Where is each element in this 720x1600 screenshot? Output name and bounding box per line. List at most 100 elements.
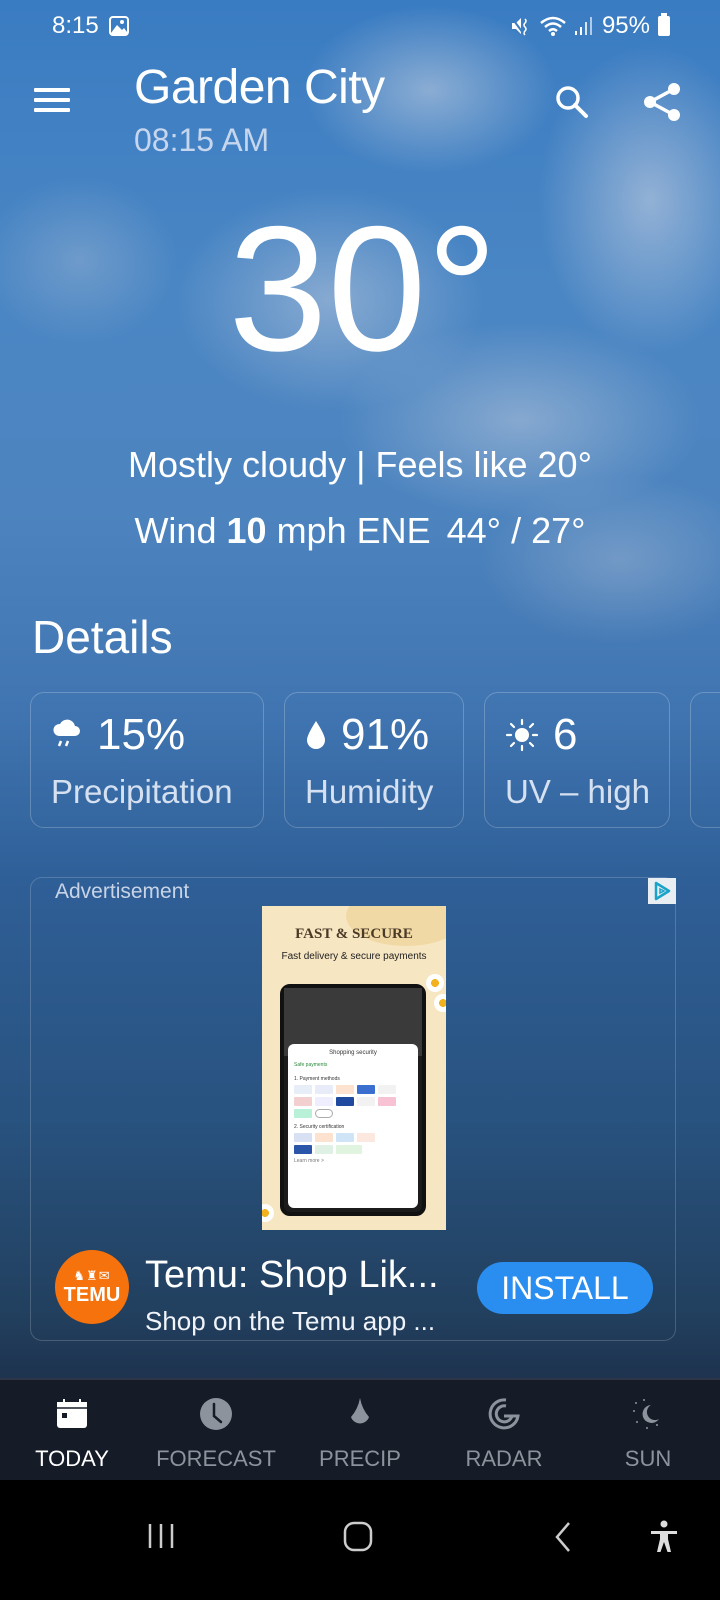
details-title: Details xyxy=(32,611,173,663)
precipitation-value: 15% xyxy=(97,710,186,759)
ad-footer: ♞♜✉ TEMU Temu: Shop Lik... Shop on the T… xyxy=(31,1244,675,1340)
cert-logos xyxy=(294,1133,412,1142)
cert-logo xyxy=(336,1133,354,1142)
share-button[interactable] xyxy=(640,80,684,124)
hamburger-icon xyxy=(34,88,70,92)
tab-radar-label: RADAR xyxy=(465,1446,543,1471)
battery-icon xyxy=(658,13,670,36)
sheet-learn-more: Learn more > xyxy=(294,1158,324,1164)
ad-title[interactable]: Temu: Shop Lik... xyxy=(145,1254,439,1297)
flower-decor xyxy=(434,994,446,1012)
tab-today[interactable]: TODAY xyxy=(0,1380,144,1480)
paypal-logo xyxy=(294,1085,312,1094)
apple-pay-logo xyxy=(357,1097,375,1106)
precipitation-label: Precipitation xyxy=(51,773,233,810)
tab-sun-label: SUN xyxy=(624,1446,672,1471)
droplet-icon xyxy=(351,1398,369,1424)
sheet-methods: 1. Payment methods xyxy=(294,1076,340,1082)
back-icon xyxy=(555,1522,570,1552)
jcb-logo xyxy=(336,1097,354,1106)
payment-logos xyxy=(294,1097,412,1106)
mastercard-logo xyxy=(336,1085,354,1094)
mute-vibrate-icon xyxy=(511,17,527,36)
adchoices-button[interactable] xyxy=(648,878,676,904)
klarna-pink-logo xyxy=(378,1097,396,1106)
adchoices-icon xyxy=(654,881,671,901)
clock-icon xyxy=(200,1398,232,1430)
cert-logo xyxy=(315,1145,333,1154)
condition-line: Mostly cloudy | Feels like 20° xyxy=(0,444,720,486)
humidity-value: 91% xyxy=(341,710,430,759)
tab-precip[interactable]: PRECIP xyxy=(288,1380,432,1480)
klarna-logo xyxy=(315,1097,333,1106)
battery-percent: 95% xyxy=(601,12,650,39)
hi-lo-temperature: 44° / 27° xyxy=(446,510,586,551)
details-cards: 15% Precipitation 91% Humidity 6 UV – hi… xyxy=(30,692,720,828)
phone-mockup: Shopping security Safe payments 1. Payme… xyxy=(280,984,426,1216)
recents-button[interactable] xyxy=(146,1520,176,1557)
cert-logo xyxy=(336,1145,362,1154)
system-navigation-bar xyxy=(0,1480,720,1600)
signal-icon xyxy=(574,17,592,35)
accessibility-icon xyxy=(651,1520,677,1552)
separator: | xyxy=(356,444,366,485)
flower-decor xyxy=(262,1204,274,1222)
cert-logo xyxy=(357,1133,375,1142)
uv-value: 6 xyxy=(553,710,578,759)
accessibility-button[interactable] xyxy=(648,1520,680,1559)
humidity-label: Humidity xyxy=(305,773,434,810)
gallery-icon xyxy=(108,16,129,36)
tab-radar[interactable]: RADAR xyxy=(432,1380,576,1480)
share-icon xyxy=(644,83,680,121)
cert-logo xyxy=(294,1145,312,1154)
current-temperature: 30° xyxy=(228,189,498,388)
droplet-icon xyxy=(307,721,325,749)
uv-card[interactable]: 6 UV – high xyxy=(484,692,670,828)
discover-logo xyxy=(378,1085,396,1094)
recents-icon xyxy=(148,1524,174,1548)
temu-logo-text: TEMU xyxy=(63,1283,121,1306)
next-card-partial[interactable] xyxy=(690,692,720,828)
tab-today-label: TODAY xyxy=(35,1446,109,1471)
radar-icon xyxy=(488,1398,520,1430)
install-button[interactable]: INSTALL xyxy=(477,1262,653,1314)
tab-sun[interactable]: SUN xyxy=(576,1380,720,1480)
status-bar: 8:15 95% xyxy=(0,0,720,52)
sheet-safe-payments: Safe payments xyxy=(294,1062,328,1068)
wind-label: Wind xyxy=(134,510,217,551)
tab-forecast[interactable]: FORECAST xyxy=(144,1380,288,1480)
cert-logo xyxy=(294,1133,312,1142)
visa-logo xyxy=(315,1085,333,1094)
sun-moon-icon xyxy=(633,1399,659,1429)
location-title[interactable]: Garden City xyxy=(134,60,385,115)
wind-unit-direction: mph ENE xyxy=(276,510,431,551)
app-header: Garden City 08:15 AM xyxy=(0,58,720,168)
maestro-logo xyxy=(294,1097,312,1106)
back-button[interactable] xyxy=(552,1520,574,1559)
ad-label: Advertisement xyxy=(55,880,190,903)
temu-logo-glyphs-icon: ♞♜✉ xyxy=(73,1267,111,1283)
tab-precip-label: PRECIP xyxy=(319,1446,401,1471)
payment-logos xyxy=(294,1109,412,1118)
afterpay-logo xyxy=(294,1109,312,1118)
ad-image-subhead: Fast delivery & secure payments xyxy=(281,951,427,962)
home-button[interactable] xyxy=(342,1520,374,1557)
temu-logo[interactable]: ♞♜✉ TEMU xyxy=(55,1250,129,1324)
cert-logo xyxy=(315,1133,333,1142)
sun-icon xyxy=(505,718,539,752)
sheet-cert: 2. Security certification xyxy=(294,1124,345,1130)
rain-cloud-icon xyxy=(53,719,80,747)
ad-creative-image[interactable]: FAST & SECURE Fast delivery & secure pay… xyxy=(262,906,446,1230)
search-button[interactable] xyxy=(552,82,592,122)
precipitation-card[interactable]: 15% Precipitation xyxy=(30,692,264,828)
wifi-icon xyxy=(540,16,566,36)
sheet-title: Shopping security xyxy=(329,1050,377,1056)
cert-logos xyxy=(294,1145,412,1154)
menu-button[interactable] xyxy=(34,88,70,118)
amex-logo xyxy=(357,1085,375,1094)
ad-subtitle: Shop on the Temu app ... xyxy=(145,1306,436,1336)
wind-speed: 10 xyxy=(226,510,267,551)
humidity-card[interactable]: 91% Humidity xyxy=(284,692,464,828)
home-icon xyxy=(343,1521,373,1552)
gpay-logo xyxy=(315,1109,333,1118)
